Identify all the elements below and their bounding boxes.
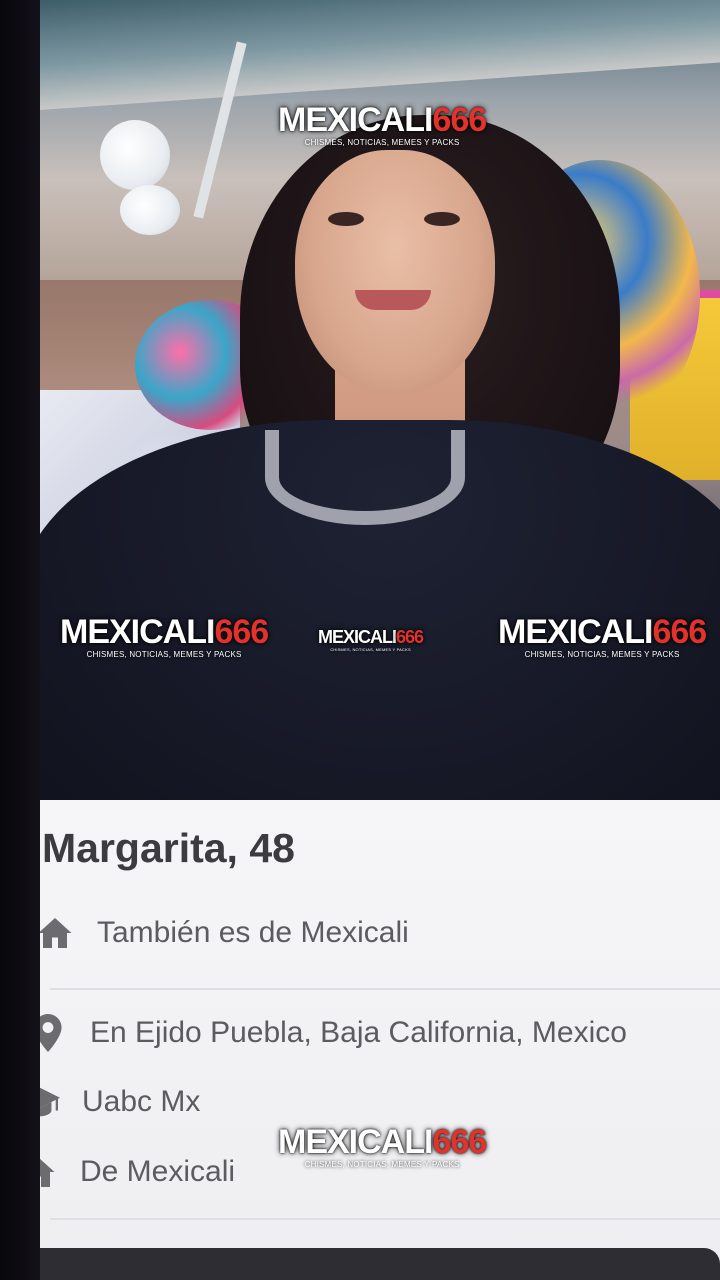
watermark-logo: MEXICALI666 CHISMES, NOTICIAS, MEMES Y P… <box>278 1123 487 1169</box>
bottom-action-bar[interactable] <box>40 1248 720 1280</box>
home-icon <box>40 913 75 953</box>
detail-row-school: Uabc Mx <box>40 1082 200 1122</box>
phone-screen: MEXICALI666 CHISMES, NOTICIAS, MEMES Y P… <box>40 0 720 1280</box>
divider <box>50 1218 720 1220</box>
detail-text: Uabc Mx <box>82 1085 201 1118</box>
photo-person-eye <box>424 212 460 226</box>
detail-text: También es de Mexicali <box>97 916 409 949</box>
graduation-cap-icon <box>40 1082 60 1122</box>
watermark-logo: MEXICALI666 CHISMES, NOTICIAS, MEMES Y P… <box>498 613 707 659</box>
watermark-logo: MEXICALI666 CHISMES, NOTICIAS, MEMES Y P… <box>318 627 424 652</box>
photo-person-eye <box>328 212 364 226</box>
detail-row-location: En Ejido Puebla, Baja California, Mexico <box>40 1013 627 1053</box>
divider <box>50 988 720 990</box>
home-icon <box>40 1152 58 1192</box>
photo-person-face <box>295 150 495 395</box>
detail-text: De Mexicali <box>80 1155 236 1188</box>
detail-row-hometown-shared: También es de Mexicali <box>40 913 409 953</box>
photo-ceiling <box>40 0 720 110</box>
photo-ceiling-lamp <box>100 120 170 190</box>
detail-row-hometown: De Mexicali <box>40 1152 235 1192</box>
profile-name-age: Margarita, 48 <box>42 825 295 871</box>
photo-person-collar <box>265 430 465 525</box>
watermark-logo: MEXICALI666 CHISMES, NOTICIAS, MEMES Y P… <box>278 101 487 147</box>
location-pin-icon <box>40 1013 68 1053</box>
photo-ceiling-lamp <box>120 185 180 235</box>
profile-info-card: Margarita, 48 También es de Mexicali En … <box>40 800 720 1280</box>
photo-person-mouth <box>355 290 431 310</box>
profile-photo[interactable]: MEXICALI666 CHISMES, NOTICIAS, MEMES Y P… <box>40 0 720 815</box>
detail-text: En Ejido Puebla, Baja California, Mexico <box>90 1016 627 1049</box>
watermark-logo: MEXICALI666 CHISMES, NOTICIAS, MEMES Y P… <box>60 613 269 659</box>
